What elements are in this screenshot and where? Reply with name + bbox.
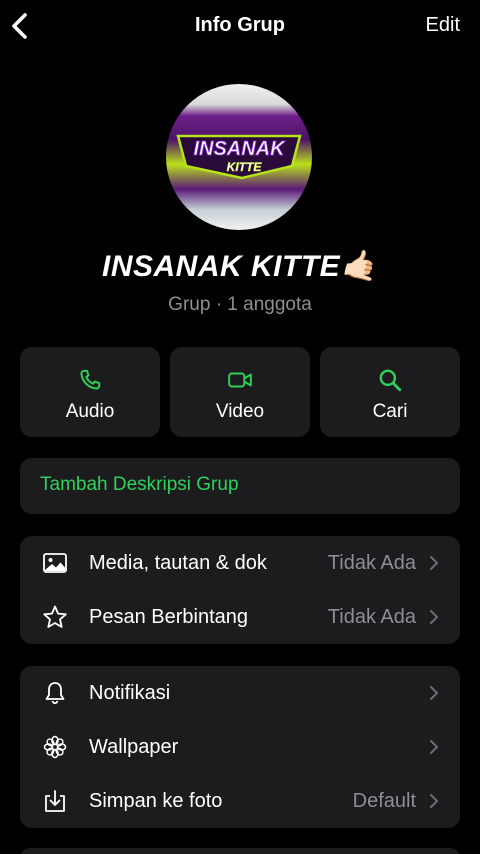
video-icon	[228, 372, 252, 388]
starred-value: Tidak Ada	[327, 606, 416, 628]
save-to-photos-label: Simpan ke foto	[89, 790, 223, 812]
notifications-row[interactable]: Notifikasi	[20, 666, 460, 720]
video-label: Video	[215, 401, 265, 422]
search-icon	[379, 369, 402, 392]
edit-button[interactable]: Edit	[426, 14, 460, 37]
chevron-right-icon	[430, 610, 439, 624]
action-buttons: Audio Video Cari	[20, 347, 460, 437]
media-label: Media, tautan & dok	[89, 552, 267, 574]
phone-icon	[80, 369, 101, 390]
bell-icon	[45, 682, 65, 705]
group-subtitle: Grup · 1 anggota	[168, 294, 312, 315]
group-avatar[interactable]: INSANAK KITTE	[166, 84, 312, 230]
chevron-right-icon	[430, 794, 439, 808]
group-logo: INSANAK KITTE	[176, 134, 302, 180]
media-value: Tidak Ada	[327, 552, 416, 574]
save-to-photos-row[interactable]: Simpan ke foto Default	[20, 774, 460, 828]
star-icon	[43, 605, 67, 628]
wallpaper-label: Wallpaper	[89, 736, 179, 758]
flower-icon	[43, 735, 67, 759]
chevron-right-icon	[430, 740, 439, 754]
logo-text-bottom: KITTE	[227, 160, 263, 174]
settings-section: Notifikasi Wallpaper Simpan ke foto Defa…	[20, 666, 460, 828]
chevron-right-icon	[430, 556, 439, 570]
top-bar: Info Grup Edit	[0, 0, 480, 56]
chevron-right-icon	[430, 686, 439, 700]
wallpaper-row[interactable]: Wallpaper	[20, 720, 460, 774]
group-name: INSANAK KITTE🤙🏻	[101, 250, 379, 283]
search-label: Cari	[372, 401, 408, 422]
notifications-label: Notifikasi	[89, 682, 171, 704]
starred-messages-row[interactable]: Pesan Berbintang Tidak Ada	[20, 590, 460, 644]
image-icon	[43, 553, 67, 573]
audio-label: Audio	[65, 401, 115, 422]
video-call-button[interactable]: Video	[170, 347, 310, 437]
media-links-docs-row[interactable]: Media, tautan & dok Tidak Ada	[20, 536, 460, 590]
audio-call-button[interactable]: Audio	[20, 347, 160, 437]
add-description-label: Tambah Deskripsi Grup	[40, 474, 239, 495]
media-section: Media, tautan & dok Tidak Ada Pesan Berb…	[20, 536, 460, 644]
save-to-photos-value: Default	[352, 790, 416, 812]
starred-label: Pesan Berbintang	[89, 606, 249, 628]
add-group-description[interactable]: Tambah Deskripsi Grup	[20, 458, 460, 514]
next-section-partial	[20, 848, 460, 854]
logo-text-top: INSANAK	[193, 138, 286, 160]
page-title: Info Grup	[195, 14, 285, 36]
download-icon	[45, 790, 65, 812]
search-button[interactable]: Cari	[320, 347, 460, 437]
